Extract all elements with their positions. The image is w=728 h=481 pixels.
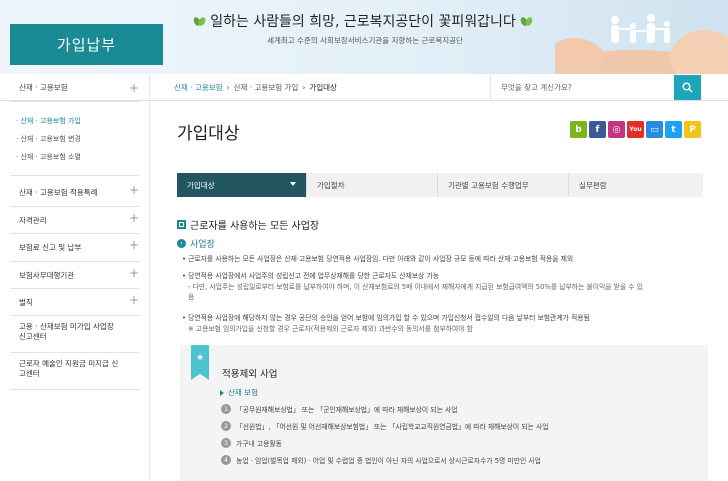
section-logo[interactable]: 가입납부 [10, 24, 163, 65]
slogan-text: 일하는 사람들의 희망, 근로복지공단이 꽃피워갑니다 [210, 14, 516, 30]
box-subtitle-text: 산재 보험 [228, 388, 258, 397]
sidebar-subitem-label: 산재 · 고용보험 변경 [20, 135, 81, 143]
bullet-text: • 당연적용 사업장에 해당하지 않는 경우 공단의 승인을 얻어 보험에 임의… [180, 313, 708, 334]
leaf-icon [519, 15, 534, 27]
nav-category-dropdown[interactable]: 산재 · 고용보험 + [0, 74, 150, 101]
subslogan: 세계최고 수준의 사회보장서비스기관을 지향하는 근로복지공단 [267, 36, 463, 45]
channel-icon[interactable]: ▭ [646, 121, 663, 138]
box-subtitle: 산재 보험 [220, 387, 258, 398]
sidebar-item-premium[interactable]: 보험료 신고 및 납부 [0, 242, 150, 253]
plus-icon: + [128, 238, 139, 252]
tab-label: 가입대상 [187, 180, 215, 190]
list-item: 2 「선원법」, 「어선원 및 어선재해보상보험법」 또는 「사립학교교직원연금법… [221, 421, 549, 431]
sidebar-item-subsidy-center[interactable]: 근로자 예술인 지원금 미지급 신 고센터 [0, 359, 150, 379]
section-title-text: 근로자를 사용하는 모든 사업장 [190, 221, 320, 232]
breadcrumb-item[interactable]: 산재 · 고용보험 가입 [234, 82, 299, 93]
blog-icon[interactable]: b [570, 121, 587, 138]
search-icon [682, 82, 693, 93]
bullet-text: • 당연적용 사업장에서 사업주의 성립신고 전에 업무상재해를 당한 근로자도… [180, 271, 708, 303]
plus-icon: + [128, 80, 139, 95]
nav-category-label: 산재 · 고용보험 [19, 83, 68, 92]
bullet-item-text: 당연적용 사업장에서 사업주의 성립신고 전에 업무상재해를 당한 근로자도 산… [188, 272, 439, 280]
list-item: 4 농업 · 임업(벌목업 제외) · 어업 및 수렵업 중 법인이 아닌 자의 … [221, 455, 541, 465]
breadcrumb: 산재 · 고용보험 › 산재 · 고용보험 가입 › 가입대상 [150, 74, 337, 101]
search-button[interactable] [674, 75, 701, 100]
social-share-bar: b f ◎ You ▭ t P [570, 121, 701, 138]
sidebar-item-label: 고용 · 산재보험 미가입 사업장 신고센터 [19, 322, 114, 341]
number-1-icon: 1 [221, 404, 231, 414]
sidebar-subitem-label: 산재 · 고용보험 가입 [20, 117, 81, 125]
list-item-text: 「공무원재해보상법」 또는 「군인재해보상법」에 따라 재해보상이 되는 사업 [236, 406, 458, 414]
facebook-icon[interactable]: f [589, 121, 606, 138]
sidebar-item-penalty[interactable]: 벌칙 [0, 297, 150, 308]
square-bullet-icon [177, 220, 186, 229]
search-input[interactable]: 무엇을 찾고 계신가요? [490, 74, 672, 101]
plus-icon: + [128, 211, 139, 225]
box-title: 적용제외 사업 [222, 369, 278, 380]
note-text: 음 [188, 293, 195, 301]
list-item-text: 농업 · 임업(벌목업 제외) · 어업 및 수렵업 중 법인이 아닌 자의 사… [236, 457, 541, 465]
number-3-icon: 3 [221, 438, 231, 448]
tab-manual[interactable]: 실무편람 [569, 173, 703, 197]
triangle-right-icon [220, 389, 224, 396]
bullet-item-text: 근로자를 사용하는 모든 사업장은 산재·고용보험 당연적용 사업장임. 다만 … [188, 255, 574, 263]
plus-icon: + [128, 266, 139, 280]
bullet-item: • 당연적용 사업장에서 사업주의 성립신고 전에 업무상재해를 당한 근로자도… [182, 272, 439, 280]
sidebar-item-special-rules[interactable]: 산재 · 고용보험 적용특례 [0, 187, 150, 198]
section-title: 근로자를 사용하는 모든 사업장 [177, 217, 319, 232]
sidebar-subitem-join[interactable]: · 산재 · 고용보험 가입 [16, 116, 81, 126]
sidebar-subitem-label: 산재 · 고용보험 소멸 [20, 153, 81, 161]
bullet-text: • 근로자를 사용하는 모든 사업장은 산재·고용보험 당연적용 사업장임. 다… [180, 254, 708, 265]
sidebar-item-label: 자격관리 [19, 216, 47, 225]
list-item-text: 가구내 고용활동 [236, 440, 282, 448]
page-title: 가입대상 [177, 124, 240, 144]
plus-icon: + [128, 293, 139, 307]
note-text: ※ 고용보험 임의가입을 신청할 경우 근로자(적용제외 근로자 제외) 과반수… [188, 324, 473, 333]
section-logo-label: 가입납부 [56, 36, 117, 54]
pay-icon[interactable]: P [684, 121, 701, 138]
plus-icon: + [128, 183, 139, 197]
sidebar-item-label: 벌칙 [19, 298, 33, 307]
number-4-icon: 4 [221, 455, 231, 465]
list-item: 1 「공무원재해보상법」 또는 「군인재해보상법」에 따라 재해보상이 되는 사업 [221, 404, 458, 414]
bullet-item: • 당연적용 사업장에 해당하지 않는 경우 공단의 승인을 얻어 보험에 임의… [182, 314, 590, 322]
sidebar-item-label: 보험사무대행기관 [19, 271, 75, 280]
youtube-icon[interactable]: You [627, 121, 644, 138]
note-text: - 다만, 사업주는 성립일로부터 보험료를 납부하여야 하며, 이 산재보험료… [188, 282, 643, 291]
sidebar: · 산재 · 고용보험 가입 · 산재 · 고용보험 변경 · 산재 · 고용보… [0, 101, 150, 481]
list-item: 3 가구내 고용활동 [221, 438, 282, 448]
content-tabs: 가입대상 가입절차 기관별 고용보험 수행업무 실무편람 [177, 173, 703, 197]
tab-label: 기관별 고용보험 수행업무 [448, 180, 529, 190]
sidebar-subitem-terminate[interactable]: · 산재 · 고용보험 소멸 [16, 152, 81, 162]
subsection-title: › 사업장 [177, 237, 215, 250]
chevron-right-circle-icon: › [177, 239, 186, 248]
sidebar-item-agency[interactable]: 보험사무대행기관 [0, 270, 150, 281]
sidebar-item-label: 보험료 신고 및 납부 [19, 243, 82, 252]
slogan: 일하는 사람들의 희망, 근로복지공단이 꽃피워갑니다 [178, 10, 548, 32]
sidebar-subitem-change[interactable]: · 산재 · 고용보험 변경 [16, 134, 81, 144]
sidebar-item-qualification[interactable]: 자격관리 [0, 215, 150, 226]
list-item-text: 「선원법」, 「어선원 및 어선재해보상보험법」 또는 「사립학교교직원연금법」… [236, 423, 549, 431]
chevron-right-icon: › [302, 83, 306, 92]
hands-family-banner [555, 14, 728, 74]
tab-agency-tasks[interactable]: 기관별 고용보험 수행업무 [438, 173, 569, 197]
breadcrumb-current: 가입대상 [309, 83, 337, 92]
twitter-icon[interactable]: t [665, 121, 682, 138]
tab-label: 가입절차 [317, 180, 345, 190]
subsection-title-text: 사업장 [190, 240, 215, 250]
bullet-item: • 근로자를 사용하는 모든 사업장은 산재·고용보험 당연적용 사업장임. 다… [182, 255, 574, 263]
instagram-icon[interactable]: ◎ [608, 121, 625, 138]
breadcrumb-item[interactable]: 산재 · 고용보험 [174, 82, 223, 93]
leaf-icon [192, 15, 207, 27]
tab-procedure[interactable]: 가입절차 [307, 173, 438, 197]
sidebar-item-label: 산재 · 고용보험 적용특례 [19, 188, 98, 197]
sidebar-item-label: 근로자 예술인 지원금 미지급 신 고센터 [19, 359, 119, 378]
tab-eligibility[interactable]: 가입대상 [177, 173, 307, 197]
number-2-icon: 2 [221, 421, 231, 431]
sidebar-item-report-center[interactable]: 고용 · 산재보험 미가입 사업장 신고센터 [0, 322, 150, 342]
caret-down-icon [290, 182, 296, 186]
bullet-item-text: 당연적용 사업장에 해당하지 않는 경우 공단의 승인을 얻어 보험에 임의가입… [188, 314, 590, 322]
tab-label: 실무편람 [579, 180, 607, 190]
chevron-right-icon: › [226, 83, 230, 92]
